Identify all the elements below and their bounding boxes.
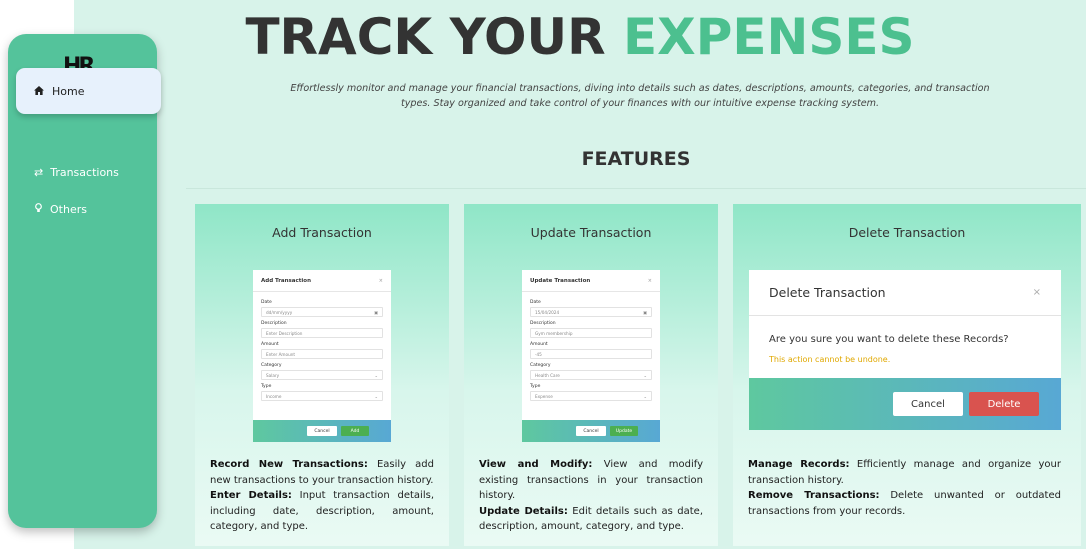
chevron-down-icon: ⌄ — [643, 393, 647, 399]
date-field: dd/mm/yyyy ▣ — [261, 307, 383, 317]
calendar-icon: ▣ — [374, 309, 378, 315]
sidebar-item-home[interactable]: Home — [16, 68, 161, 114]
close-icon: × — [378, 277, 383, 284]
chevron-down-icon: ⌄ — [374, 372, 378, 378]
divider — [186, 188, 1086, 189]
page-description: Effortlessly monitor and manage your fin… — [290, 83, 990, 109]
cancel-button: Cancel — [893, 392, 963, 416]
update-button: Update — [610, 426, 638, 436]
card-description: Manage Records: Efficiently manage and o… — [748, 459, 1061, 517]
update-transaction-preview: Update Transaction × Date 15/04/2024 ▣ De… — [522, 270, 660, 442]
preview-title: Update Transaction — [530, 277, 591, 284]
card-description: View and Modify: View and modify existin… — [479, 459, 703, 532]
exchange-icon: ⇄ — [34, 166, 44, 179]
cancel-button: Cancel — [576, 426, 606, 436]
type-select: Expense ⌄ — [530, 391, 652, 401]
preview-title: Add Transaction — [261, 277, 311, 284]
description-field: Enter Description — [261, 328, 383, 338]
date-field: 15/04/2024 ▣ — [530, 307, 652, 317]
description-field: Gym membership — [530, 328, 652, 338]
sidebar-item-others[interactable]: Others — [34, 203, 87, 216]
category-select: Health Care ⌄ — [530, 370, 652, 380]
feature-card-update: Update Transaction Update Transaction × … — [464, 204, 718, 546]
amount-field: -45 — [530, 349, 652, 359]
close-icon: × — [1032, 287, 1041, 298]
add-transaction-preview: Add Transaction × Date dd/mm/yyyy ▣ Descr… — [253, 270, 391, 442]
home-icon — [34, 85, 44, 98]
cancel-button: Cancel — [307, 426, 337, 436]
confirm-question: Are you sure you want to delete these Re… — [769, 334, 1009, 345]
close-icon: × — [647, 277, 652, 284]
page-title: TRACK YOUR EXPENSES — [245, 8, 915, 66]
delete-transaction-preview: Delete Transaction × Are you sure you wa… — [749, 270, 1061, 430]
feature-card-add: Add Transaction Add Transaction × Date d… — [195, 204, 449, 546]
card-title: Update Transaction — [530, 225, 652, 240]
preview-title: Delete Transaction — [769, 285, 886, 300]
type-select: Income ⌄ — [261, 391, 383, 401]
chevron-down-icon: ⌄ — [374, 393, 378, 399]
warning-text: This action cannot be undone. — [769, 355, 891, 364]
sidebar-item-label: Home — [52, 84, 85, 98]
calendar-icon: ▣ — [643, 309, 647, 315]
features-heading: FEATURES — [581, 148, 691, 170]
feature-card-delete: Delete Transaction Delete Transaction × … — [733, 204, 1081, 546]
delete-button: Delete — [969, 392, 1039, 416]
chevron-down-icon: ⌄ — [643, 372, 647, 378]
sidebar-item-label: Others — [50, 203, 87, 216]
amount-field: Enter Amount — [261, 349, 383, 359]
card-description: Record New Transactions: Easily add new … — [210, 459, 434, 532]
category-select: Salary ⌄ — [261, 370, 383, 380]
lightbulb-icon — [34, 203, 43, 216]
add-button: Add — [341, 426, 369, 436]
card-title: Delete Transaction — [848, 225, 966, 240]
card-title: Add Transaction — [272, 225, 372, 240]
